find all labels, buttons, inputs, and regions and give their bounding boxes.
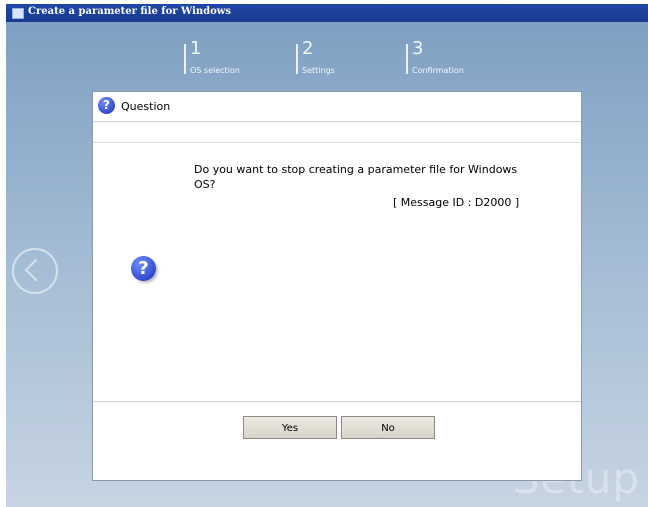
step-divider: [184, 44, 186, 74]
no-button[interactable]: No: [341, 416, 435, 439]
step-number: 2: [302, 38, 314, 59]
step-number: 1: [190, 38, 202, 59]
question-icon: ?: [131, 256, 156, 281]
back-button[interactable]: [12, 248, 58, 294]
question-icon: ?: [98, 97, 115, 114]
window-title: Create a parameter file for Windows: [28, 6, 232, 17]
message-id: [ Message ID : D2000 ]: [393, 196, 520, 209]
step-number: 3: [412, 38, 424, 59]
yes-button[interactable]: Yes: [243, 416, 337, 439]
dialog-title: Question: [121, 100, 171, 113]
dialog-message: Do you want to stop creating a parameter…: [194, 163, 518, 191]
step-label: OS selection: [190, 66, 240, 75]
step-divider: [296, 44, 298, 74]
step-label: Settings: [302, 66, 335, 75]
divider: [93, 142, 581, 143]
window-icon: [12, 8, 24, 19]
step-divider: [406, 44, 408, 74]
step-label: Confirmation: [412, 66, 464, 75]
title-bar: Create a parameter file for Windows: [6, 4, 648, 22]
wizard-background: 1 OS selection 2 Settings 3 Confirmation…: [6, 22, 648, 507]
dialog-header: ? Question: [93, 92, 581, 122]
back-arrow-icon: [24, 258, 48, 282]
question-dialog: ? Question Do you want to stop creating …: [92, 91, 582, 481]
divider: [93, 401, 581, 402]
